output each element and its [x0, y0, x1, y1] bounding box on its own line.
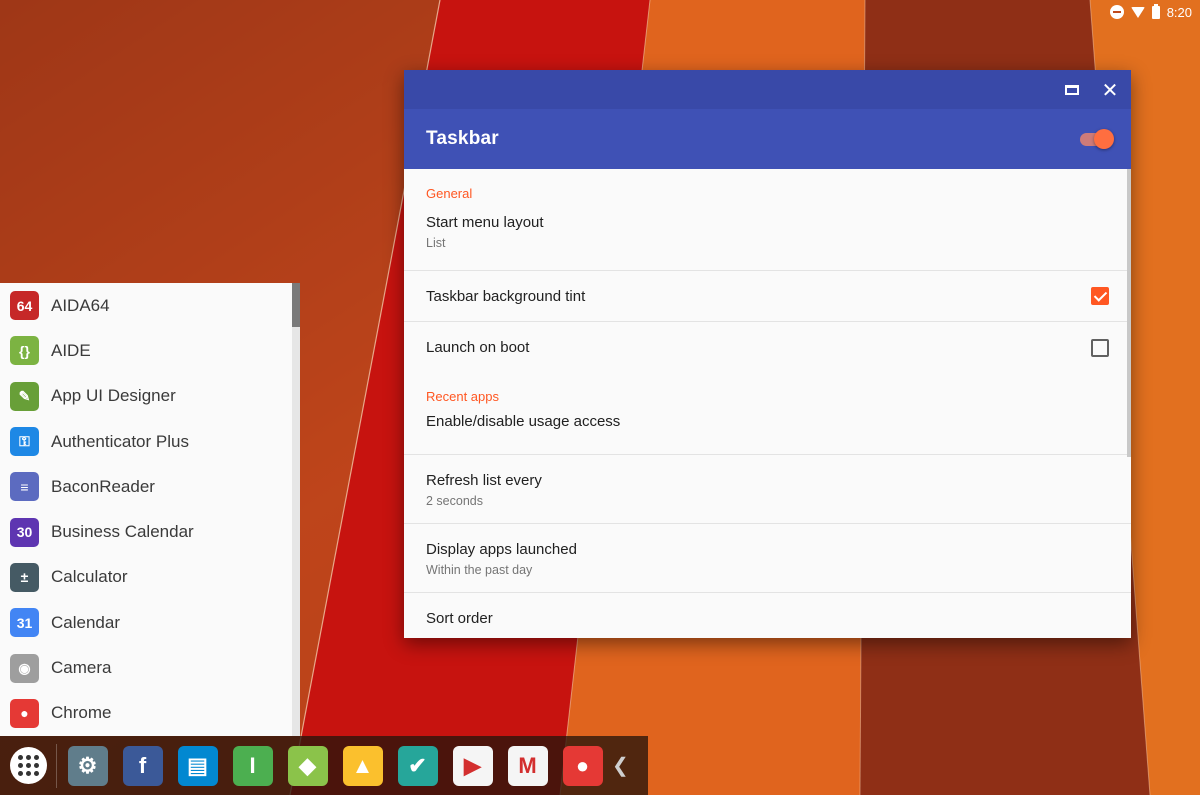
start-menu-scrollbar[interactable]: [292, 283, 300, 736]
app-list: 64 AIDA64 {} AIDE ✎ App UI Designer ⚿ Authentic…: [0, 283, 300, 736]
baconreader-icon: ≡: [10, 472, 39, 502]
pref-usage-access[interactable]: Enable/disable usage access: [404, 413, 1131, 455]
pref-title: Sort order: [426, 610, 493, 627]
taskbar-app-button[interactable]: ▶: [449, 742, 496, 789]
app-label: Calculator: [51, 567, 128, 587]
pref-summary: Within the past day: [426, 563, 533, 577]
app-label: Calendar: [51, 612, 120, 632]
aida64-icon: 64: [10, 291, 39, 321]
clock: 8:20: [1166, 4, 1192, 20]
calendar-icon: 31: [10, 608, 39, 638]
pref-launch-on-boot[interactable]: Launch on boot: [404, 322, 1131, 373]
app-item[interactable]: ✎ App UI Designer: [0, 374, 300, 419]
settings-icon: ⚙: [67, 745, 108, 786]
close-icon: ✕: [1101, 77, 1119, 102]
taskbar-app-button[interactable]: M: [504, 742, 551, 789]
scrollbar[interactable]: [1127, 169, 1131, 457]
pref-title: Refresh list every: [426, 472, 542, 489]
pref-summary: List: [426, 236, 446, 250]
pref-start-menu-layout[interactable]: Start menu layout List: [404, 213, 1131, 271]
authenticator-plus-icon: ⚿: [10, 427, 39, 457]
pref-title: Taskbar background tint: [426, 287, 586, 305]
pushbullet-icon: I: [232, 745, 273, 786]
restore-icon: [1065, 84, 1079, 95]
facebook-icon: f: [122, 745, 163, 786]
app-drawer-button[interactable]: [10, 747, 47, 784]
app-bar: Taskbar: [404, 109, 1131, 169]
app-label: Authenticator Plus: [51, 431, 189, 451]
status-bar: 8:20: [1100, 0, 1200, 24]
taskbar-app-button[interactable]: ▤: [174, 742, 221, 789]
do-not-disturb-icon: [1109, 5, 1124, 19]
restore-button[interactable]: [1061, 79, 1083, 101]
aide-icon: {}: [10, 336, 39, 366]
close-button[interactable]: ✕: [1099, 79, 1121, 101]
app-label: App UI Designer: [51, 386, 176, 406]
taskbar-app-button[interactable]: ●: [559, 742, 606, 789]
app-label: AIDA64: [51, 295, 110, 315]
taskbar-app-button[interactable]: ✔: [394, 742, 441, 789]
taskbar: ⚙ f ▤ I ◆ ▲ ✔ ▶ M ● ❮: [0, 736, 648, 795]
taskbar-app-button[interactable]: f: [119, 742, 166, 789]
app-label: Camera: [51, 658, 112, 678]
business-calendar-icon: 30: [10, 517, 39, 547]
battery-icon: [1151, 3, 1160, 19]
master-enable-switch[interactable]: [1078, 129, 1114, 149]
start-menu[interactable]: 64 AIDA64 {} AIDE ✎ App UI Designer ⚿ Authentic…: [0, 283, 300, 736]
background-tint-checkbox[interactable]: [1091, 287, 1109, 305]
pref-title: Launch on boot: [426, 339, 530, 356]
app-ui-designer-icon: ✎: [10, 381, 39, 411]
switch-thumb: [1094, 129, 1114, 149]
wifi-icon: [1130, 6, 1145, 18]
taskbar-settings-window: ✕ Taskbar General Start menu layout List…: [404, 70, 1131, 638]
pref-sort-order[interactable]: Sort order: [404, 593, 1131, 638]
chevron-left-icon[interactable]: ❮: [612, 753, 629, 778]
app-title: Taskbar: [426, 128, 499, 149]
scrollbar-thumb[interactable]: [292, 283, 300, 327]
app-item[interactable]: ● Chrome: [0, 691, 300, 736]
app-label: Business Calendar: [51, 522, 194, 542]
pref-taskbar-background-tint[interactable]: Taskbar background tint: [404, 271, 1131, 322]
app-label: AIDE: [51, 340, 91, 360]
drive-icon: ▲: [342, 745, 383, 786]
camera-icon: ◉: [10, 653, 39, 683]
app-label: BaconReader: [51, 476, 155, 496]
chrome-icon: ●: [562, 745, 603, 786]
app-item[interactable]: ◉ Camera: [0, 645, 300, 690]
taskbar-app-button[interactable]: ▲: [339, 742, 386, 789]
tasks-check-icon: ✔: [397, 745, 438, 786]
preferences-list[interactable]: General Start menu layout List Taskbar b…: [404, 169, 1131, 638]
taskbar-app-button[interactable]: ⚙: [64, 742, 111, 789]
pref-title: Display apps launched: [426, 541, 577, 558]
app-label: Chrome: [51, 703, 112, 723]
notes-icon: ▤: [177, 745, 218, 786]
window-titlebar[interactable]: ✕: [404, 70, 1131, 109]
pref-display-apps-launched[interactable]: Display apps launched Within the past da…: [404, 524, 1131, 593]
app-item[interactable]: ± Calculator: [0, 555, 300, 600]
calculator-icon: ±: [10, 562, 39, 592]
launch-on-boot-checkbox[interactable]: [1091, 338, 1109, 357]
pref-title: Enable/disable usage access: [426, 413, 621, 430]
pref-refresh-interval[interactable]: Refresh list every 2 seconds: [404, 455, 1131, 524]
chrome-icon: ●: [10, 698, 39, 728]
app-item[interactable]: 31 Calendar: [0, 600, 300, 645]
app-item[interactable]: 30 Business Calendar: [0, 509, 300, 554]
taskbar-divider: [56, 743, 57, 788]
section-header-general: General: [426, 186, 473, 201]
section-header-recent-apps: Recent apps: [426, 389, 499, 404]
app-item[interactable]: ≡ BaconReader: [0, 464, 300, 509]
pref-summary: 2 seconds: [426, 494, 483, 508]
pinned-apps: ⚙ f ▤ I ◆ ▲ ✔ ▶ M ●: [60, 742, 610, 789]
play-store-icon: ▶: [452, 745, 493, 786]
pref-title: Start menu layout: [426, 214, 544, 231]
app-item[interactable]: {} AIDE: [0, 328, 300, 373]
app-item[interactable]: 64 AIDA64: [0, 283, 300, 328]
taskbar-app-button[interactable]: ◆: [284, 742, 331, 789]
app-item[interactable]: ⚿ Authenticator Plus: [0, 419, 300, 464]
android-icon: ◆: [287, 745, 328, 786]
gmail-icon: M: [507, 745, 548, 786]
taskbar-app-button[interactable]: I: [229, 742, 276, 789]
